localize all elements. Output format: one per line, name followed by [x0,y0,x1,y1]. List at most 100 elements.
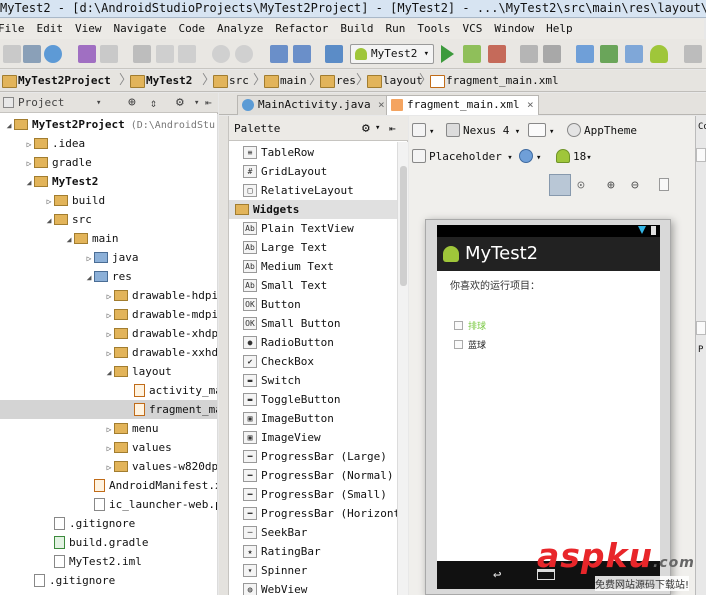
close-icon[interactable]: × [378,96,385,114]
menu-item[interactable]: Navigate [114,19,167,39]
tree-item[interactable]: ▷ drawable-xxhdp [0,343,218,362]
expanded-arrow-icon[interactable]: ◢ [84,268,94,286]
properties-splitter[interactable] [696,321,706,335]
editor-tab[interactable]: fragment_main.xml × [386,95,539,115]
close-icon[interactable]: × [527,96,534,114]
tree-item[interactable]: ◢ main [0,229,218,248]
project-scrollbar[interactable] [217,114,218,595]
tree-item[interactable]: ▷ drawable-mdpi [0,305,218,324]
refresh-icon[interactable] [659,178,669,191]
palette-item[interactable]: ━ ProgressBar (Horizontal) [229,504,397,523]
run-config-dropdown[interactable]: MyTest2 ▾ [350,44,434,64]
palette-category[interactable]: Widgets [229,200,397,219]
expanded-arrow-icon[interactable]: ◢ [64,230,74,248]
menu-item[interactable]: Window [494,19,534,39]
settings-icon[interactable] [520,45,538,63]
undo-icon[interactable] [78,45,96,63]
menu-item[interactable]: Code [178,19,205,39]
collapsed-arrow-icon[interactable]: ▷ [104,306,114,324]
menu-item[interactable]: Tools [417,19,450,39]
collapsed-arrow-icon[interactable]: ▷ [104,458,114,476]
back-arrow-icon[interactable] [270,45,288,63]
expanded-arrow-icon[interactable]: ◢ [4,116,14,134]
checkbox-option[interactable]: 蓝球 [454,338,486,351]
palette-item[interactable]: ▾ Spinner [229,561,397,580]
editor-tab[interactable]: MainActivity.java × [237,95,390,115]
help-icon[interactable] [684,45,702,63]
breadcrumb-item[interactable]: layout [365,72,423,90]
zoom-actual-icon[interactable]: ⊙ [577,178,585,193]
collapse-icon[interactable]: ⇕ [150,93,157,113]
palette-item[interactable]: ● RadioButton [229,333,397,352]
orientation-dropdown[interactable]: ▾ [528,120,554,142]
zoom-out-icon[interactable]: ⊖ [631,178,639,193]
collapsed-arrow-icon[interactable]: ▷ [44,192,54,210]
project-view-selector[interactable]: Project [18,93,64,113]
forward-arrow-icon[interactable] [293,45,311,63]
tree-item[interactable]: fragment_ma [0,400,218,419]
collapsed-arrow-icon[interactable]: ▷ [104,287,114,305]
tree-item[interactable]: MyTest2.iml [0,552,218,571]
palette-item[interactable]: ▬ ToggleButton [229,390,397,409]
tree-item[interactable]: ▷ drawable-xhdpi [0,324,218,343]
tree-item[interactable]: ic_launcher-web.pn [0,495,218,514]
palette-item[interactable]: ─ SeekBar [229,523,397,542]
cut-icon[interactable] [133,45,151,63]
sdk-manager-icon[interactable] [576,45,594,63]
collapsed-arrow-icon[interactable]: ▷ [104,439,114,457]
render-config-button[interactable]: ▾ [412,120,434,142]
sync-icon[interactable] [44,45,62,63]
find-icon[interactable] [212,45,230,63]
palette-item[interactable]: ▬ Switch [229,371,397,390]
tree-item[interactable]: AndroidManifest.xm [0,476,218,495]
tree-item[interactable]: activity_ma [0,381,218,400]
activity-dropdown[interactable]: Placeholder ▾ [412,146,513,168]
palette-scrollbar[interactable] [397,142,408,595]
menu-item[interactable]: Build [340,19,373,39]
tree-item[interactable]: build.gradle [0,533,218,552]
locale-dropdown[interactable]: ▾ [519,146,541,168]
expanded-arrow-icon[interactable]: ◢ [104,363,114,381]
breadcrumb-item[interactable]: MyTest2 [128,72,192,90]
gear-icon[interactable]: ⚙ [176,93,184,113]
save-icon[interactable] [23,45,41,63]
collapsed-arrow-icon[interactable]: ▷ [104,325,114,343]
project-structure-icon[interactable] [543,45,561,63]
zoom-in-icon[interactable]: ⊕ [607,178,615,193]
menu-item[interactable]: File [0,19,25,39]
android-monitor-icon[interactable] [650,45,668,63]
menu-item[interactable]: Analyze [217,19,263,39]
palette-item[interactable]: OK Button [229,295,397,314]
checkbox-option[interactable]: 排球 [454,319,486,332]
tree-item[interactable]: ▷ java [0,248,218,267]
make-project-icon[interactable] [325,45,343,63]
tree-item[interactable]: ▷ menu [0,419,218,438]
menu-item[interactable]: VCS [462,19,482,39]
palette-item[interactable]: ★ RatingBar [229,542,397,561]
palette-scroll-thumb[interactable] [400,166,407,286]
collapsed-arrow-icon[interactable]: ▷ [24,154,34,172]
tree-item[interactable]: ▷ build [0,191,218,210]
gear-icon[interactable]: ⚙ [362,116,370,141]
palette-item[interactable]: Ab Medium Text [229,257,397,276]
palette-item[interactable]: Ab Small Text [229,276,397,295]
palette-item[interactable]: # GridLayout [229,162,397,181]
breadcrumb-item[interactable]: main [262,72,307,90]
run-icon[interactable] [441,45,454,63]
palette-item[interactable]: ◍ WebView [229,580,397,595]
tree-item[interactable]: ◢ MyTest2 [0,172,218,191]
menu-item[interactable]: Refactor [275,19,328,39]
tree-item[interactable]: ▷ .idea [0,134,218,153]
zoom-fit-button[interactable] [549,174,571,196]
palette-item[interactable]: □ RelativeLayout [229,181,397,200]
tree-item[interactable]: ◢ MyTest2Project (D:\AndroidStu [0,115,218,134]
palette-item[interactable]: ≡ TableRow [229,143,397,162]
checkbox-icon[interactable] [454,321,463,330]
expanded-arrow-icon[interactable]: ◢ [44,211,54,229]
avd-manager-icon[interactable] [625,45,643,63]
palette-item[interactable]: Ab Large Text [229,238,397,257]
device-dropdown[interactable]: Nexus 4 ▾ [446,120,520,142]
tree-item[interactable]: ◢ layout [0,362,218,381]
collapsed-arrow-icon[interactable]: ▷ [104,344,114,362]
tree-item[interactable]: ▷ values [0,438,218,457]
